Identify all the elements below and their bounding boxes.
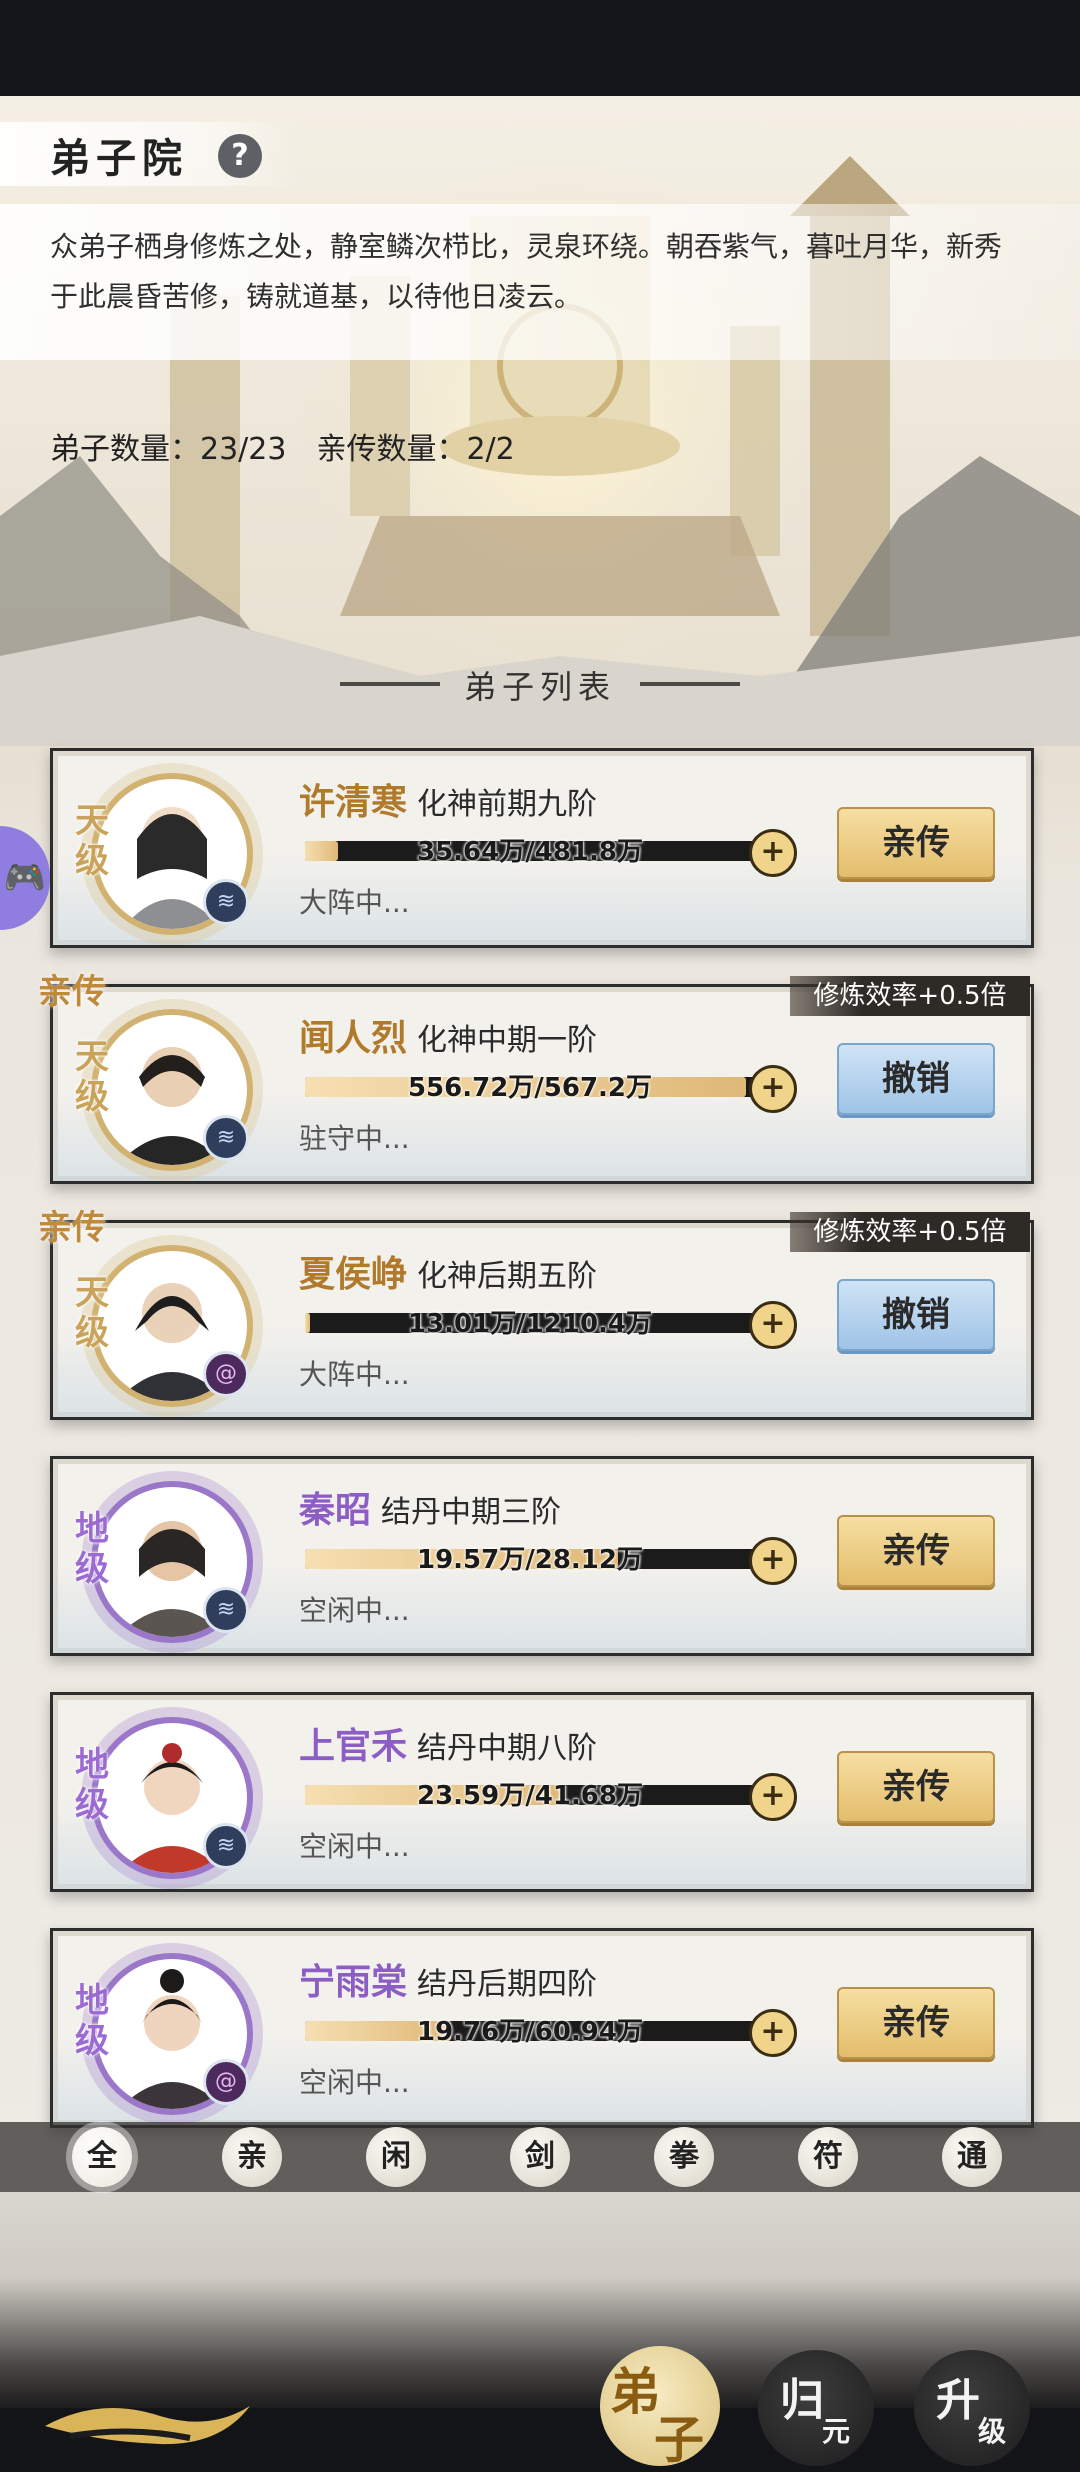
add-cultivation-button[interactable]: + <box>749 1065 797 1113</box>
realm-level: 化神后期五阶 <box>417 1259 598 1294</box>
bottom-nav-area <box>0 2192 1080 2408</box>
filter-all[interactable]: 全 <box>72 2127 132 2187</box>
disciple-count: 弟子数量：23/23 <box>50 432 287 467</box>
grade-label: 天级 <box>75 1273 109 1353</box>
disciple-hall-screen: 弟子院 ? 众弟子栖身修炼之处，静室鳞次栉比，灵泉环绕。朝吞紫气，暮吐月华，新秀… <box>0 96 1080 2469</box>
realm-level: 化神中期一阶 <box>417 1023 598 1058</box>
page-title: 弟子院 <box>50 135 188 182</box>
disciple-card[interactable]: 天级 ≋ 许清寒 化神前期九阶 35.64万/481.8万 + 大阵中... 亲传 <box>50 748 1034 948</box>
make-direct-button[interactable]: 亲传 <box>837 1987 995 2059</box>
disciple-name: 秦昭 结丹中期三阶 <box>299 1489 562 1531</box>
revoke-button[interactable]: 撤销 <box>837 1043 995 1115</box>
add-cultivation-button[interactable]: + <box>749 1773 797 1821</box>
direct-count: 亲传数量：2/2 <box>316 432 515 467</box>
ink-brush-logo <box>45 2406 250 2445</box>
add-cultivation-button[interactable]: + <box>749 2009 797 2057</box>
efficiency-badge: 修炼效率+0.5倍 <box>790 1212 1030 1252</box>
disciple-name: 夏侯峥 化神后期五阶 <box>299 1253 598 1295</box>
progress-text: 35.64万/481.8万 <box>417 837 643 867</box>
disciple-card[interactable]: 地级 @ 宁雨棠 结丹后期四阶 19.76万/60.94万 + 空闲中... 亲传 <box>50 1928 1034 2128</box>
add-cultivation-button[interactable]: + <box>749 1301 797 1349</box>
filter-sword[interactable]: 剑 <box>510 2127 570 2187</box>
temple-illustration <box>0 96 1080 746</box>
status-text: 大阵中... <box>299 886 410 919</box>
list-title-row: 弟子列表 <box>0 662 1080 708</box>
wind-icon: @ <box>203 1351 249 1397</box>
realm-level: 化神前期九阶 <box>417 787 598 822</box>
progress-text: 556.72万/567.2万 <box>407 1073 653 1103</box>
water-icon: ≋ <box>203 1115 249 1161</box>
grade-label: 天级 <box>75 801 109 881</box>
realm-level: 结丹后期四阶 <box>417 1967 598 2002</box>
return-origin-button[interactable]: 归元 <box>758 2350 874 2466</box>
realm-level: 结丹中期八阶 <box>417 1731 598 1766</box>
disciple-name: 许清寒 化神前期九阶 <box>299 781 598 823</box>
status-text: 空闲中... <box>299 2066 410 2099</box>
grade-label: 地级 <box>75 1509 109 1589</box>
efficiency-badge: 修炼效率+0.5倍 <box>790 976 1030 1016</box>
grade-label: 天级 <box>75 1037 109 1117</box>
disciple-tab-button[interactable]: 弟子 <box>600 2346 720 2469</box>
water-icon: ≋ <box>203 1587 249 1633</box>
list-title: 弟子列表 <box>463 668 616 706</box>
add-cultivation-button[interactable]: + <box>749 1537 797 1585</box>
disciple-card[interactable]: 地级 ≋ 上官禾 结丹中期八阶 23.59万/41.68万 + 空闲中... 亲传 <box>50 1692 1034 1892</box>
status-text: 空闲中... <box>299 1594 410 1627</box>
disciple-name: 上官禾 结丹中期八阶 <box>299 1725 598 1767</box>
upgrade-button[interactable]: 升级 <box>914 2350 1030 2466</box>
disciple-name: 闻人烈 化神中期一阶 <box>299 1017 598 1059</box>
progress-text: 23.59万/41.68万 <box>417 1781 643 1811</box>
add-cultivation-button[interactable]: + <box>749 829 797 877</box>
grade-label: 地级 <box>75 1745 109 1825</box>
water-icon: ≋ <box>203 879 249 925</box>
revoke-button[interactable]: 撤销 <box>837 1279 995 1351</box>
filter-idle[interactable]: 闲 <box>366 2127 426 2187</box>
hero-illustration <box>0 96 1080 746</box>
make-direct-button[interactable]: 亲传 <box>837 807 995 879</box>
wind-icon: @ <box>203 2059 249 2105</box>
grade-label: 地级 <box>75 1981 109 2061</box>
water-icon: ≋ <box>203 1823 249 1869</box>
filter-general[interactable]: 通 <box>942 2127 1002 2187</box>
direct-disciple-tag: 亲传 <box>38 1208 106 1248</box>
direct-disciple-tag: 亲传 <box>38 972 106 1012</box>
make-direct-button[interactable]: 亲传 <box>837 1751 995 1823</box>
progress-text: 19.57万/28.12万 <box>417 1545 643 1575</box>
make-direct-button[interactable]: 亲传 <box>837 1515 995 1587</box>
status-bar <box>0 0 1080 96</box>
disciple-name: 宁雨棠 结丹后期四阶 <box>299 1961 598 2003</box>
count-row: 弟子数量：23/23 亲传数量：2/2 <box>50 424 545 468</box>
status-text: 大阵中... <box>299 1358 410 1391</box>
disciple-card[interactable]: 地级 ≋ 秦昭 结丹中期三阶 19.57万/28.12万 + 空闲中... 亲传 <box>50 1456 1034 1656</box>
status-text: 空闲中... <box>299 1830 410 1863</box>
help-icon[interactable]: ? <box>218 134 262 178</box>
realm-level: 结丹中期三阶 <box>381 1495 562 1530</box>
hall-description: 众弟子栖身修炼之处，静室鳞次栉比，灵泉环绕。朝吞紫气，暮吐月华，新秀于此晨昏苦修… <box>50 230 1003 313</box>
progress-text: 19.76万/60.94万 <box>417 2017 643 2047</box>
filter-fist[interactable]: 拳 <box>654 2127 714 2187</box>
status-text: 驻守中... <box>299 1122 410 1155</box>
filter-direct[interactable]: 亲 <box>222 2127 282 2187</box>
filter-talisman[interactable]: 符 <box>798 2127 858 2187</box>
progress-text: 13.01万/1210.4万 <box>407 1309 653 1339</box>
